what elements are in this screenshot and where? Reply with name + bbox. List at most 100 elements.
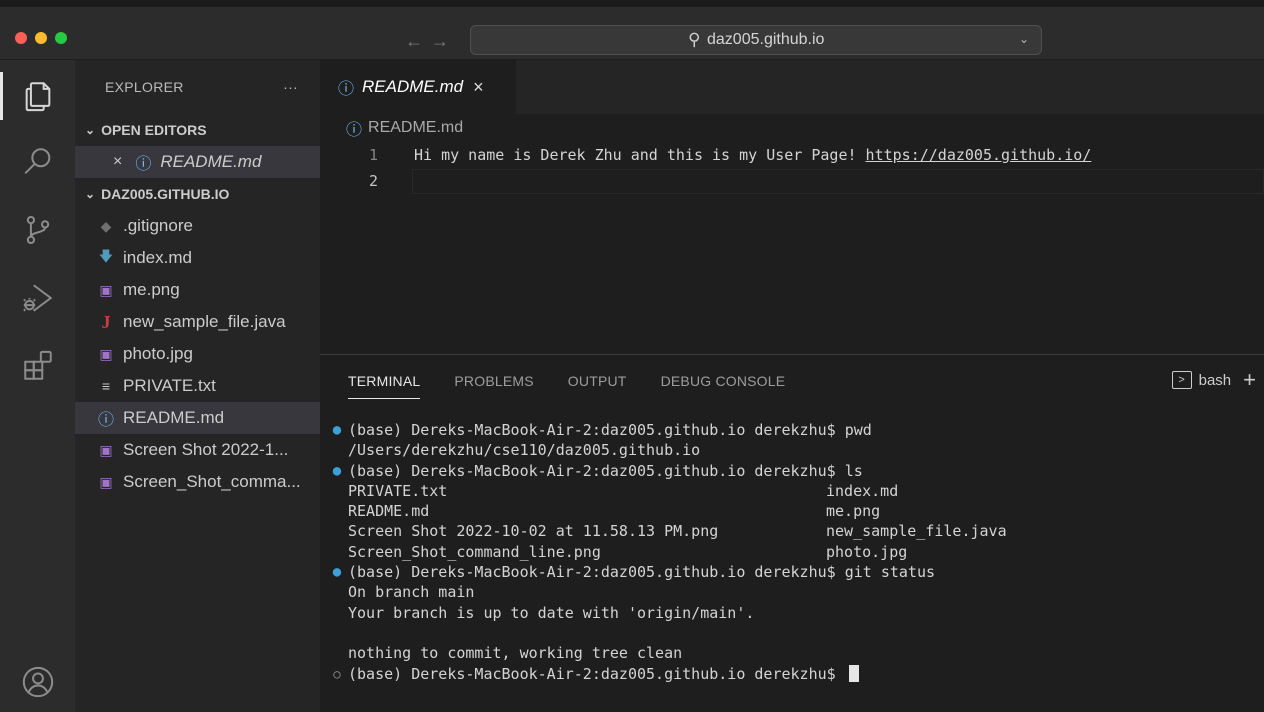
folder-section[interactable]: ⌄ DAZ005.GITHUB.IO [75,178,320,210]
command-center-text: daz005.github.io [707,31,825,48]
text-file-icon: ≡ [101,378,111,394]
file-item[interactable]: ⓘ README.md [75,402,320,434]
command-pending-dot-icon[interactable]: ○ [330,664,344,684]
close-icon[interactable]: × [473,77,484,98]
file-label: .gitignore [123,216,193,235]
chevron-down-icon[interactable]: ⌄ [1019,32,1029,46]
file-item[interactable]: J new_sample_file.java [75,306,320,338]
title-bar: ←→ ⚲ daz005.github.io ⌄ [0,0,1264,60]
terminal-line: ● (base) Dereks-MacBook-Air-2:daz005.gith… [330,420,1260,440]
terminal-text-column: me.png [826,502,881,521]
open-editor-item[interactable]: × ⓘ README.md [75,146,320,178]
navigation-arrows: ←→ [405,31,457,52]
terminal-text: (base) Dereks-MacBook-Air-2:daz005.githu… [348,563,935,582]
tab-problems[interactable]: PROBLEMS [454,373,533,399]
java-icon: J [101,311,111,332]
file-label: Screen Shot 2022-1... [123,440,289,459]
file-item[interactable]: ◆ .gitignore [75,210,320,242]
file-item[interactable]: 🡇 index.md [75,242,320,274]
file-label: me.png [123,280,180,299]
run-debug-icon[interactable] [0,268,75,328]
tab-readme[interactable]: ⓘ README.md × [320,60,516,114]
search-icon[interactable] [0,132,75,192]
file-item[interactable]: ▣ Screen Shot 2022-1... [75,434,320,466]
info-icon: ⓘ [97,412,114,429]
terminal-text-column: index.md [826,481,899,500]
code-line[interactable]: 2 [320,169,1264,193]
line-content: Hi my name is Derek Zhu and this is my U… [414,146,866,164]
info-icon: ⓘ [338,81,355,98]
tab-output[interactable]: OUTPUT [568,373,627,399]
markdown-icon: 🡇 [98,248,114,264]
info-icon: ⓘ [135,156,152,173]
tab-debug-console[interactable]: DEBUG CONSOLE [661,373,786,399]
terminal-line: PRIVATE.txt index.md [330,481,1260,501]
forward-arrow-icon[interactable]: → [431,31,457,51]
line-text: Hi my name is Derek Zhu and this is my U… [414,146,1091,164]
terminal-text: (base) Dereks-MacBook-Air-2:daz005.githu… [348,421,872,439]
terminal-line: ● (base) Dereks-MacBook-Air-2:daz005.gith… [330,461,1260,481]
tab-terminal[interactable]: TERMINAL [348,373,421,399]
file-item[interactable]: ▣ photo.jpg [75,338,320,370]
file-item[interactable]: ▣ Screen_Shot_comma... [75,466,320,498]
explorer-icon[interactable] [0,66,75,126]
extensions-icon[interactable] [0,336,75,396]
chevron-down-icon: ⌄ [85,187,96,201]
close-icon[interactable]: × [113,153,122,171]
terminal-selector[interactable]: > bash + [1171,369,1256,391]
terminal-text: Your branch is up to date with 'origin/m… [348,603,755,622]
terminal-text: (base) Dereks-MacBook-Air-2:daz005.githu… [348,664,845,683]
chevron-down-icon: ⌄ [85,123,96,137]
tab-title: README.md [362,77,464,96]
command-status-dot-icon[interactable]: ● [330,562,344,582]
terminal-text-column: photo.jpg [826,542,908,561]
close-window-button[interactable] [15,32,27,44]
code-line[interactable]: 1 Hi my name is Derek Zhu and this is my… [320,143,1264,167]
git-icon: ◆ [100,217,112,234]
file-item[interactable]: ≡ PRIVATE.txt [75,370,320,402]
line-number: 1 [368,146,378,164]
terminal-line: Screen_Shot_command_line.png photo.jpg [330,542,1260,562]
file-label: new_sample_file.java [123,312,286,331]
activity-bar [0,60,75,712]
plus-icon[interactable]: + [1243,369,1256,391]
line-number: 2 [368,172,378,190]
terminal-text: PRIVATE.txt [348,481,448,500]
open-editor-label: README.md [160,152,262,171]
open-editors-section[interactable]: ⌄ OPEN EDITORS [75,114,320,146]
back-arrow-icon[interactable]: ← [405,31,431,51]
command-center-search[interactable]: ⚲ daz005.github.io ⌄ [470,25,1042,55]
window-controls [15,32,67,44]
terminal-line: ○ (base) Dereks-MacBook-Air-2:daz005.gith… [330,664,1260,684]
terminal-line: Screen Shot 2022-10-02 at 11.58.13 PM.pn… [330,521,1260,541]
file-label: photo.jpg [123,344,193,363]
terminal-text: Screen_Shot_command_line.png [348,542,601,561]
terminal-line: Your branch is up to date with 'origin/m… [330,603,1260,623]
terminal-text: (base) Dereks-MacBook-Air-2:daz005.githu… [348,461,863,480]
terminal-line: /Users/derekzhu/cse110/daz005.github.io [330,440,1260,460]
terminal-text: README.md [348,502,430,521]
editor-area[interactable]: ⓘ README.md 1 Hi my name is Derek Zhu an… [320,114,1264,354]
breadcrumb[interactable]: ⓘ README.md [346,116,463,140]
terminal-output[interactable]: ● (base) Dereks-MacBook-Air-2:daz005.gith… [330,420,1260,684]
info-icon: ⓘ [346,122,363,139]
terminal-text: On branch main [348,583,475,602]
image-icon: ▣ [99,441,113,458]
account-icon[interactable] [0,652,75,712]
url-link[interactable]: https://daz005.github.io/ [866,146,1092,164]
command-status-dot-icon[interactable]: ● [330,420,344,440]
minimize-window-button[interactable] [35,32,47,44]
terminal-text-column: new_sample_file.java [826,522,1007,541]
command-status-dot-icon[interactable]: ● [330,461,344,481]
open-editors-title: OPEN EDITORS [101,122,207,138]
file-item[interactable]: ▣ me.png [75,274,320,306]
file-label: Screen_Shot_comma... [123,472,301,491]
terminal-line: nothing to commit, working tree clean [330,643,1260,663]
image-icon: ▣ [99,473,113,490]
shell-label: bash [1198,371,1232,389]
file-label: README.md [123,408,225,427]
source-control-icon[interactable] [0,200,75,260]
zoom-window-button[interactable] [55,32,67,44]
more-actions-icon[interactable]: ··· [283,79,298,95]
file-label: PRIVATE.txt [123,376,216,395]
